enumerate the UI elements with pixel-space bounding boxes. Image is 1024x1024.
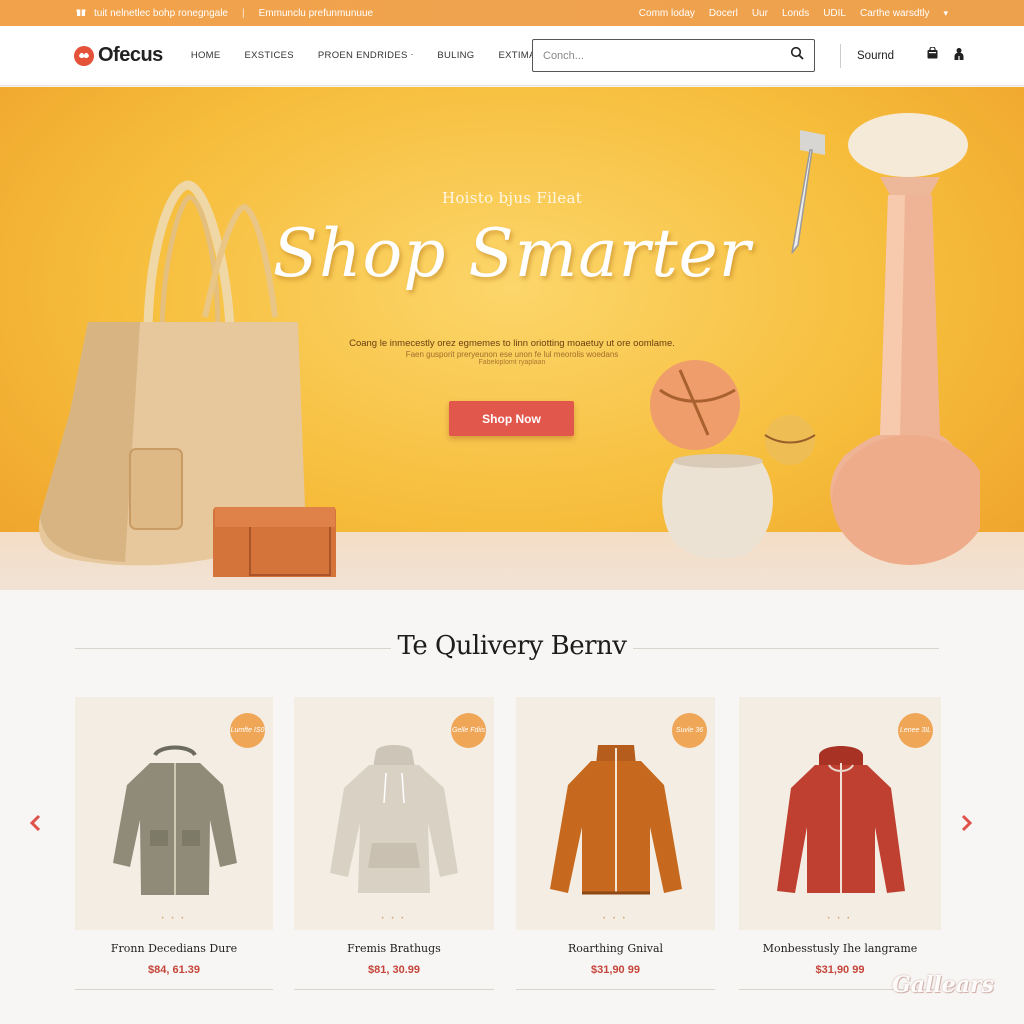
product-card[interactable]: Lenee 3IL • • • Monbesstusly Ihe langram… bbox=[739, 697, 941, 990]
hero-title: Shop Smarter bbox=[272, 215, 752, 292]
image-dots: • • • bbox=[827, 916, 853, 922]
product-image[interactable]: Lumfte IS0 • • • bbox=[75, 697, 273, 930]
jacket-image bbox=[550, 745, 682, 895]
hero-subtitle-line-3: Fabekiplomt ryaplaan bbox=[478, 359, 546, 366]
main-nav: HOME EXSTICES PROEN ENDRIDES ᐧ BULING EX… bbox=[191, 50, 563, 61]
hoodie-image bbox=[330, 745, 458, 893]
section-rule-right bbox=[633, 648, 939, 649]
cart-icon[interactable] bbox=[926, 46, 939, 65]
chevron-right-icon bbox=[960, 814, 974, 837]
product-price: $81, 30.99 bbox=[368, 964, 420, 976]
nav-label: PROEN ENDRIDES bbox=[317, 50, 408, 61]
logo-text: Ofecus bbox=[98, 44, 163, 66]
divider bbox=[840, 44, 841, 68]
nav-item-exstices[interactable]: EXSTICES bbox=[245, 50, 294, 61]
jacket-image bbox=[113, 745, 237, 895]
promo-bar: tuit nelnetlec bohp ronegngale | Emmuncl… bbox=[0, 0, 1024, 26]
hero-subtitle: Coang le inmecestly orez egmemes to linn… bbox=[349, 338, 675, 349]
promo-link-2[interactable]: Docerl bbox=[709, 8, 738, 19]
product-name[interactable]: Fronn Decedians Dure bbox=[75, 942, 273, 955]
product-image[interactable]: Lenee 3IL • • • bbox=[739, 697, 941, 930]
carousel-prev-button[interactable] bbox=[23, 813, 47, 837]
search-input[interactable] bbox=[543, 49, 790, 62]
image-dots: • • • bbox=[161, 916, 187, 922]
header-actions: Sournd bbox=[840, 44, 965, 68]
nav-item-proen-endrides[interactable]: PROEN ENDRIDES ᐧ bbox=[318, 50, 413, 61]
promo-link-6[interactable]: Carthe warsdtly bbox=[860, 8, 929, 19]
logo-mark-icon bbox=[74, 45, 94, 66]
carousel-next-button[interactable] bbox=[955, 813, 979, 837]
product-price: $31,90 99 bbox=[591, 964, 640, 976]
card-rule bbox=[75, 989, 273, 990]
product-name[interactable]: Monbesstusly Ihe langrame bbox=[739, 942, 941, 955]
product-name[interactable]: Fremis Brathugs bbox=[294, 942, 494, 955]
search-box bbox=[532, 39, 815, 72]
section-title: Te Qulivery Bernv bbox=[397, 631, 627, 661]
hero-banner: Hoisto bjus Fileat Shop Smarter Coang le… bbox=[0, 87, 1024, 590]
image-dots: • • • bbox=[603, 916, 628, 922]
jacket-image bbox=[777, 746, 905, 893]
hero-subtitle-line-2: Faen gusporit preryeunon ese unon fe lul… bbox=[405, 350, 619, 359]
shop-now-button[interactable]: Shop Now bbox=[449, 401, 574, 436]
card-rule bbox=[516, 989, 715, 990]
card-rule bbox=[294, 989, 494, 990]
product-card[interactable]: Gelle Fdiis • • • Fremis Brathugs $81, 3… bbox=[294, 697, 494, 990]
promo-link-4[interactable]: Londs bbox=[782, 8, 809, 19]
product-badge: Lumfte IS0 bbox=[230, 713, 265, 748]
user-icon[interactable] bbox=[953, 47, 965, 66]
search-icon[interactable] bbox=[790, 46, 804, 65]
gift-icon bbox=[76, 7, 86, 20]
chevron-down-icon[interactable]: ▾ bbox=[943, 8, 948, 19]
nav-item-home[interactable]: HOME bbox=[191, 50, 221, 61]
hero-pretitle: Hoisto bjus Fileat bbox=[441, 189, 583, 207]
watermark: Gallears bbox=[892, 972, 994, 998]
product-card[interactable]: Lumfte IS0 • • • Fronn Decedians Dure $8… bbox=[75, 697, 273, 990]
logo[interactable]: Ofecus bbox=[74, 44, 163, 67]
promo-link-3[interactable]: Uur bbox=[752, 8, 768, 19]
promo-divider: | bbox=[242, 7, 245, 19]
product-price: $84, 61.39 bbox=[148, 964, 200, 976]
chevron-left-icon bbox=[28, 814, 42, 837]
site-header: Ofecus HOME EXSTICES PROEN ENDRIDES ᐧ BU… bbox=[0, 26, 1024, 86]
product-image[interactable]: Gelle Fdiis • • • bbox=[294, 697, 494, 930]
sound-link[interactable]: Sournd bbox=[857, 50, 894, 62]
nav-item-buling[interactable]: BULING bbox=[437, 50, 474, 61]
product-card[interactable]: Suvle 36 • • • Roarthing Gnival $31,90 9… bbox=[516, 697, 715, 990]
product-image[interactable]: Suvle 36 • • • bbox=[516, 697, 715, 930]
image-dots: • • • bbox=[381, 916, 407, 922]
chevron-down-icon: ᐧ bbox=[410, 50, 414, 61]
promo-link-1[interactable]: Comm loday bbox=[639, 8, 695, 19]
promo-link-5[interactable]: UDIL bbox=[823, 8, 846, 19]
product-name[interactable]: Roarthing Gnival bbox=[516, 942, 715, 955]
promo-text: tuit nelnetlec bohp ronegngale bbox=[94, 7, 228, 19]
promo-subtext: Emmunclu prefunmunuue bbox=[258, 7, 374, 19]
